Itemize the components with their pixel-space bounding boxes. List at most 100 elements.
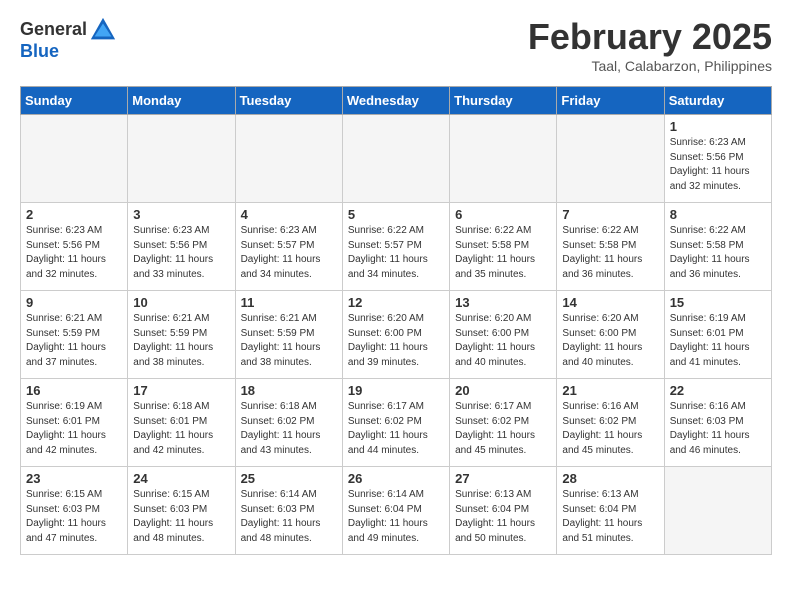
calendar-day-cell: 14 Sunrise: 6:20 AM Sunset: 6:00 PM Dayli… — [557, 291, 664, 379]
day-number: 28 — [562, 471, 658, 486]
calendar-title: February 2025 — [528, 16, 772, 58]
logo: General Blue — [20, 16, 117, 62]
logo-general-text: General — [20, 20, 87, 40]
day-info: Sunrise: 6:22 AM Sunset: 5:57 PM Dayligh… — [348, 224, 444, 282]
day-info: Sunrise: 6:14 AM Sunset: 6:04 PM Dayligh… — [348, 488, 444, 546]
day-info: Sunrise: 6:14 AM Sunset: 6:03 PM Dayligh… — [241, 488, 337, 546]
calendar-day-cell: 11Sunrise: 6:21 AM Sunset: 5:59 PM Dayli… — [235, 291, 342, 379]
calendar-subtitle: Taal, Calabarzon, Philippines — [528, 58, 772, 74]
calendar-day-cell: 10 Sunrise: 6:21 AM Sunset: 5:59 PM Dayli… — [128, 291, 235, 379]
day-number: 2 — [26, 207, 122, 222]
calendar-week-row: 2 Sunrise: 6:23 AM Sunset: 5:56 PM Daylig… — [21, 203, 772, 291]
day-number: 1 — [670, 119, 766, 134]
day-number: 6 — [455, 207, 551, 222]
calendar-day-cell — [664, 467, 771, 555]
calendar-day-cell: 16 Sunrise: 6:19 AM Sunset: 6:01 PM Dayli… — [21, 379, 128, 467]
day-number: 18 — [241, 383, 337, 398]
day-number: 19 — [348, 383, 444, 398]
calendar-day-cell: 17 Sunrise: 6:18 AM Sunset: 6:01 PM Dayli… — [128, 379, 235, 467]
day-number: 27 — [455, 471, 551, 486]
calendar-day-cell: 24Sunrise: 6:15 AM Sunset: 6:03 PM Dayli… — [128, 467, 235, 555]
calendar-day-cell: 12Sunrise: 6:20 AM Sunset: 6:00 PM Dayli… — [342, 291, 449, 379]
calendar-day-cell: 26 Sunrise: 6:14 AM Sunset: 6:04 PM Dayli… — [342, 467, 449, 555]
day-info: Sunrise: 6:13 AM Sunset: 6:04 PM Dayligh… — [562, 488, 658, 546]
day-info: Sunrise: 6:21 AM Sunset: 5:59 PM Dayligh… — [241, 312, 337, 370]
day-info: Sunrise: 6:23 AM Sunset: 5:57 PM Dayligh… — [241, 224, 337, 282]
day-info: Sunrise: 6:19 AM Sunset: 6:01 PM Dayligh… — [670, 312, 766, 370]
weekday-header: Monday — [128, 87, 235, 115]
day-info: Sunrise: 6:23 AM Sunset: 5:56 PM Dayligh… — [26, 224, 122, 282]
calendar-day-cell: 4 Sunrise: 6:23 AM Sunset: 5:57 PM Daylig… — [235, 203, 342, 291]
day-number: 5 — [348, 207, 444, 222]
calendar-day-cell: 18Sunrise: 6:18 AM Sunset: 6:02 PM Dayli… — [235, 379, 342, 467]
day-number: 16 — [26, 383, 122, 398]
calendar-day-cell — [342, 115, 449, 203]
day-number: 7 — [562, 207, 658, 222]
calendar-week-row: 9 Sunrise: 6:21 AM Sunset: 5:59 PM Daylig… — [21, 291, 772, 379]
calendar-day-cell: 9 Sunrise: 6:21 AM Sunset: 5:59 PM Daylig… — [21, 291, 128, 379]
weekday-header: Thursday — [450, 87, 557, 115]
day-info: Sunrise: 6:20 AM Sunset: 6:00 PM Dayligh… — [562, 312, 658, 370]
calendar-day-cell: 5 Sunrise: 6:22 AM Sunset: 5:57 PM Daylig… — [342, 203, 449, 291]
calendar-day-cell — [557, 115, 664, 203]
day-number: 14 — [562, 295, 658, 310]
calendar-day-cell: 21Sunrise: 6:16 AM Sunset: 6:02 PM Dayli… — [557, 379, 664, 467]
day-number: 15 — [670, 295, 766, 310]
day-number: 26 — [348, 471, 444, 486]
day-info: Sunrise: 6:19 AM Sunset: 6:01 PM Dayligh… — [26, 400, 122, 458]
day-number: 3 — [133, 207, 229, 222]
day-number: 9 — [26, 295, 122, 310]
calendar-day-cell: 19 Sunrise: 6:17 AM Sunset: 6:02 PM Dayli… — [342, 379, 449, 467]
day-info: Sunrise: 6:16 AM Sunset: 6:03 PM Dayligh… — [670, 400, 766, 458]
calendar-day-cell — [21, 115, 128, 203]
calendar-header: General Blue February 2025 Taal, Calabar… — [20, 16, 772, 74]
day-info: Sunrise: 6:16 AM Sunset: 6:02 PM Dayligh… — [562, 400, 658, 458]
weekday-header: Sunday — [21, 87, 128, 115]
day-info: Sunrise: 6:22 AM Sunset: 5:58 PM Dayligh… — [670, 224, 766, 282]
day-number: 12 — [348, 295, 444, 310]
calendar-day-cell: 2 Sunrise: 6:23 AM Sunset: 5:56 PM Daylig… — [21, 203, 128, 291]
day-info: Sunrise: 6:21 AM Sunset: 5:59 PM Dayligh… — [133, 312, 229, 370]
title-block: February 2025 Taal, Calabarzon, Philippi… — [528, 16, 772, 74]
day-info: Sunrise: 6:18 AM Sunset: 6:01 PM Dayligh… — [133, 400, 229, 458]
weekday-header: Friday — [557, 87, 664, 115]
day-info: Sunrise: 6:17 AM Sunset: 6:02 PM Dayligh… — [348, 400, 444, 458]
day-number: 22 — [670, 383, 766, 398]
logo-blue-text: Blue — [20, 42, 59, 62]
day-info: Sunrise: 6:23 AM Sunset: 5:56 PM Dayligh… — [670, 136, 766, 194]
day-number: 23 — [26, 471, 122, 486]
calendar-day-cell — [128, 115, 235, 203]
logo-icon — [89, 16, 117, 44]
calendar-day-cell: 20Sunrise: 6:17 AM Sunset: 6:02 PM Dayli… — [450, 379, 557, 467]
calendar-day-cell: 22 Sunrise: 6:16 AM Sunset: 6:03 PM Dayli… — [664, 379, 771, 467]
calendar-day-cell: 13Sunrise: 6:20 AM Sunset: 6:00 PM Dayli… — [450, 291, 557, 379]
weekday-header: Wednesday — [342, 87, 449, 115]
weekday-header: Saturday — [664, 87, 771, 115]
day-number: 17 — [133, 383, 229, 398]
calendar-day-cell: 25Sunrise: 6:14 AM Sunset: 6:03 PM Dayli… — [235, 467, 342, 555]
day-info: Sunrise: 6:15 AM Sunset: 6:03 PM Dayligh… — [26, 488, 122, 546]
calendar-day-cell: 23 Sunrise: 6:15 AM Sunset: 6:03 PM Dayli… — [21, 467, 128, 555]
calendar-week-row: 1 Sunrise: 6:23 AM Sunset: 5:56 PM Daylig… — [21, 115, 772, 203]
calendar-week-row: 23 Sunrise: 6:15 AM Sunset: 6:03 PM Dayli… — [21, 467, 772, 555]
calendar-day-cell: 6 Sunrise: 6:22 AM Sunset: 5:58 PM Daylig… — [450, 203, 557, 291]
day-info: Sunrise: 6:21 AM Sunset: 5:59 PM Dayligh… — [26, 312, 122, 370]
day-number: 13 — [455, 295, 551, 310]
day-info: Sunrise: 6:22 AM Sunset: 5:58 PM Dayligh… — [562, 224, 658, 282]
day-number: 8 — [670, 207, 766, 222]
day-info: Sunrise: 6:13 AM Sunset: 6:04 PM Dayligh… — [455, 488, 551, 546]
day-number: 4 — [241, 207, 337, 222]
calendar-container: General Blue February 2025 Taal, Calabar… — [0, 0, 792, 571]
calendar-day-cell: 27 Sunrise: 6:13 AM Sunset: 6:04 PM Dayli… — [450, 467, 557, 555]
calendar-day-cell — [235, 115, 342, 203]
day-info: Sunrise: 6:15 AM Sunset: 6:03 PM Dayligh… — [133, 488, 229, 546]
calendar-header-row: SundayMondayTuesdayWednesdayThursdayFrid… — [21, 87, 772, 115]
day-info: Sunrise: 6:22 AM Sunset: 5:58 PM Dayligh… — [455, 224, 551, 282]
day-number: 10 — [133, 295, 229, 310]
day-info: Sunrise: 6:17 AM Sunset: 6:02 PM Dayligh… — [455, 400, 551, 458]
calendar-day-cell — [450, 115, 557, 203]
calendar-day-cell: 28 Sunrise: 6:13 AM Sunset: 6:04 PM Dayli… — [557, 467, 664, 555]
calendar-day-cell: 3Sunrise: 6:23 AM Sunset: 5:56 PM Daylig… — [128, 203, 235, 291]
weekday-header: Tuesday — [235, 87, 342, 115]
calendar-table: SundayMondayTuesdayWednesdayThursdayFrid… — [20, 86, 772, 555]
